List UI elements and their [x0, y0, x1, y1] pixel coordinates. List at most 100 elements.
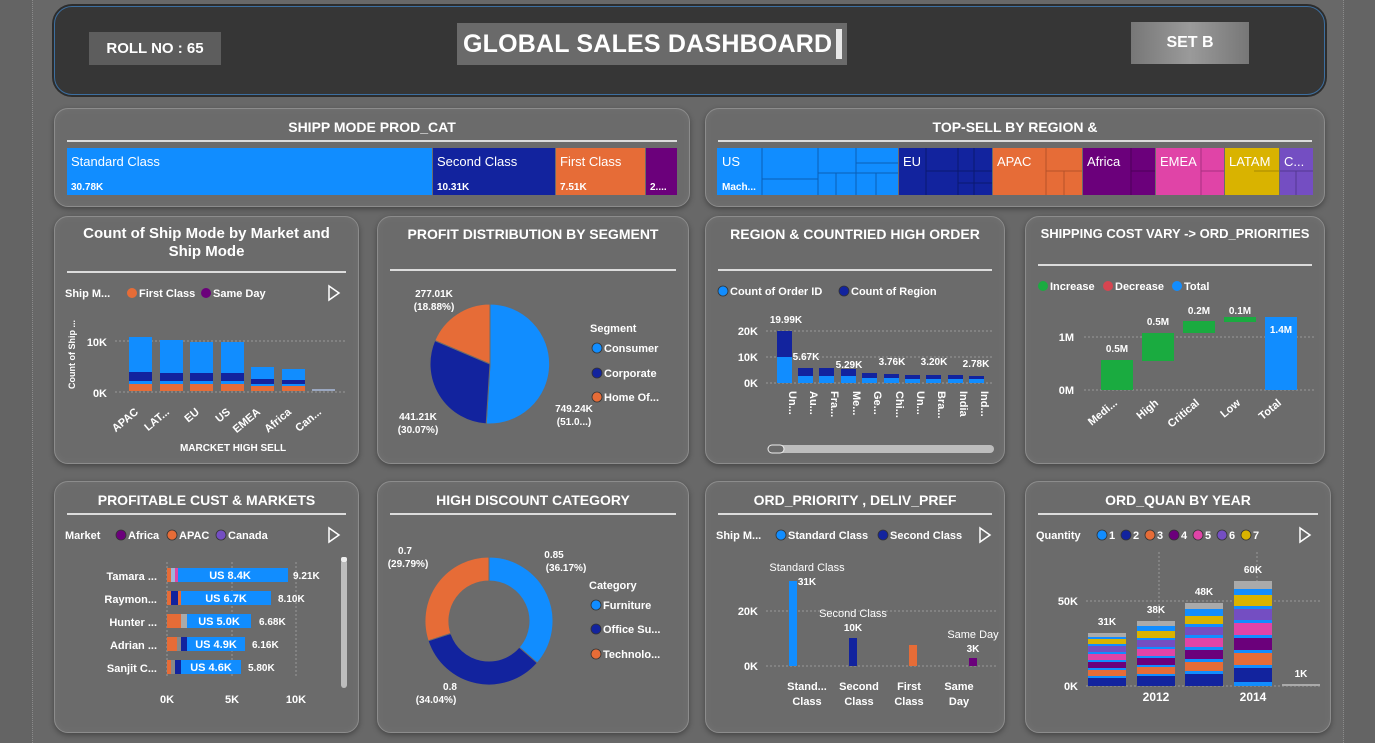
data-label: 0.7 — [398, 546, 412, 557]
svg-text:US 4.6K: US 4.6K — [190, 662, 232, 674]
data-label: 5.29K — [836, 360, 863, 371]
tile-value: 30.78K — [71, 182, 104, 193]
svg-text:9.21K: 9.21K — [293, 571, 320, 582]
x-tick: Low — [1218, 397, 1243, 421]
legend-item: Corporate — [604, 368, 657, 380]
svg-text:4: 4 — [1181, 530, 1188, 542]
y-tick: 1M — [1059, 332, 1074, 344]
x-ticks: Stand... Class Second Class First Class Sam… — [787, 681, 974, 708]
horizontal-scrollbar — [768, 445, 994, 453]
high-discount-donut-chart[interactable]: 0.7 (29.79%) 0.85 (36.17%) 0.8 (34.04%) … — [378, 482, 690, 734]
legend-next-icon — [328, 284, 341, 302]
profitable-cust-card[interactable]: PROFITABLE CUST & MARKETS Market Africa … — [54, 481, 359, 733]
tile-label: LATAM — [1229, 154, 1270, 169]
top-sell-treemap[interactable]: US Mach... EU APAC Africa EMEA LATAM C..… — [706, 109, 1326, 208]
legend-item: Consumer — [604, 343, 659, 355]
x-tick: EMEA — [231, 406, 263, 436]
svg-text:Same: Same — [944, 681, 973, 693]
legend-item: Count of Region — [851, 286, 937, 298]
profitable-cust-bar-chart[interactable]: Market Africa APAC Canada Tamara ... Ray… — [55, 482, 360, 734]
legend-title: Segment — [590, 323, 637, 335]
ord-quan-card[interactable]: ORD_QUAN BY YEAR Quantity 1 2 3 4 5 6 7 … — [1025, 481, 1331, 733]
ord-priority-card[interactable]: ORD_PRIORITY , DELIV_PREF Ship M... Stan… — [705, 481, 1005, 733]
svg-text:Second: Second — [839, 681, 879, 693]
dashboard-title: GLOBAL SALES DASHBOARD — [457, 23, 847, 65]
data-label: 441.21K — [399, 412, 438, 423]
region-bar-chart[interactable]: Count of Order ID Count of Region 20K 10… — [706, 217, 1006, 465]
tile-label: Africa — [1087, 154, 1121, 169]
scrollbar-thumb — [767, 444, 785, 454]
data-label: 10K — [844, 623, 863, 634]
x-tick: US — [214, 406, 233, 425]
svg-text:US 6.7K: US 6.7K — [205, 593, 247, 605]
bars — [789, 581, 977, 666]
profit-pie-chart[interactable]: 277.01K (18.88%) 441.21K (30.07%) 749.24… — [378, 217, 690, 465]
tile-label: APAC — [997, 154, 1031, 169]
tile-label: C... — [1284, 154, 1304, 169]
y-tick: 10K — [87, 337, 107, 349]
set-b-button[interactable]: SET B — [1131, 22, 1249, 64]
legend-item: Africa — [128, 530, 160, 542]
data-label: 3K — [967, 644, 981, 655]
legend-title: Quantity — [1036, 530, 1081, 542]
svg-text:US 8.4K: US 8.4K — [209, 570, 251, 582]
shipping-waterfall-chart[interactable]: Increase Decrease Total 1M 0M 0.5M 0.5M … — [1026, 217, 1326, 465]
legend-item: Technolo... — [603, 649, 660, 661]
legend-item: APAC — [179, 530, 209, 542]
data-label: 38K — [1147, 605, 1166, 616]
data-label: 0.5M — [1147, 317, 1169, 328]
category-labels: Tamara ... Raymon... Hunter ... Adrian .… — [104, 571, 157, 675]
x-axis-label: MARCKET HIGH SELL — [180, 443, 286, 454]
x-tick: 5K — [225, 694, 239, 706]
dashboard-title-text: GLOBAL SALES DASHBOARD — [463, 29, 833, 58]
ord-quan-stacked-chart[interactable]: Quantity 1 2 3 4 5 6 7 50K 0K 31K 38K 48… — [1026, 482, 1332, 734]
top-sell-card[interactable]: TOP-SELL BY REGION & US Mach... EU APAC … — [705, 108, 1325, 207]
legend-next-icon — [328, 526, 341, 544]
tile-label: EU — [903, 154, 921, 169]
count-ship-chart[interactable]: Ship M... First Class Same Day Count of … — [55, 217, 360, 465]
svg-text:3: 3 — [1157, 530, 1163, 542]
scrollbar-thumb — [341, 557, 347, 562]
y-tick: 20K — [738, 326, 758, 338]
x-tick: Chi... — [893, 391, 905, 418]
data-label: 0.2M — [1188, 306, 1210, 317]
legend-dot — [127, 288, 137, 298]
data-label: 277.01K — [415, 289, 454, 300]
svg-text:US 5.0K: US 5.0K — [198, 616, 240, 628]
x-tick: Un... — [914, 391, 926, 415]
data-label: 0.5M — [1106, 344, 1128, 355]
y-tick: 0M — [1059, 385, 1074, 397]
legend-item: Standard Class — [788, 530, 868, 542]
data-label: (18.88%) — [414, 302, 455, 313]
high-discount-card[interactable]: HIGH DISCOUNT CATEGORY 0.7 (29.79%) 0.85… — [377, 481, 689, 733]
svg-text:Class: Class — [894, 696, 923, 708]
shipp-mode-card[interactable]: SHIPP MODE PROD_CAT Standard Class 30.78… — [54, 108, 690, 207]
count-ship-mode-card[interactable]: Count of Ship Mode by Market and Ship Mo… — [54, 216, 359, 464]
tile-label: Standard Class — [71, 154, 160, 169]
x-ticks: Un... Au... Fra... Me... Ge... Chi... Un… — [786, 391, 990, 419]
legend-item: Count of Order ID — [730, 286, 822, 298]
x-tick: Bra... — [935, 391, 947, 419]
shipp-mode-treemap[interactable]: Standard Class 30.78K Second Class 10.31… — [55, 109, 691, 208]
x-tick: Fra... — [828, 391, 840, 417]
x-tick: Critical — [1166, 397, 1202, 430]
legend-title: Category — [589, 580, 638, 592]
svg-text:2: 2 — [1133, 530, 1139, 542]
tile-label: Second Class — [437, 154, 518, 169]
vertical-scrollbar — [341, 560, 347, 688]
profit-distribution-card[interactable]: PROFIT DISTRIBUTION BY SEGMENT 277.01K (… — [377, 216, 689, 464]
y-axis-label: Count of Ship ... — [67, 320, 77, 389]
svg-text:US 4.9K: US 4.9K — [195, 639, 237, 651]
legend-item: Furniture — [603, 600, 651, 612]
region-countries-card[interactable]: REGION & COUNTRIED HIGH ORDER Count of O… — [705, 216, 1005, 464]
y-tick: 20K — [738, 606, 758, 618]
data-label: (29.79%) — [388, 559, 429, 570]
ord-priority-bar-chart[interactable]: Ship M... Standard Class Second Class 20… — [706, 482, 1006, 734]
svg-text:6.16K: 6.16K — [252, 640, 279, 651]
svg-text:First: First — [897, 681, 921, 693]
shipping-cost-card[interactable]: SHIPPING COST VARY -> ORD_PRIORITIES Inc… — [1025, 216, 1325, 464]
svg-text:Raymon...: Raymon... — [104, 594, 157, 606]
legend-title: Ship M... — [716, 530, 761, 542]
x-tick: Can... — [293, 406, 324, 434]
legend-item: Increase — [1050, 281, 1095, 293]
